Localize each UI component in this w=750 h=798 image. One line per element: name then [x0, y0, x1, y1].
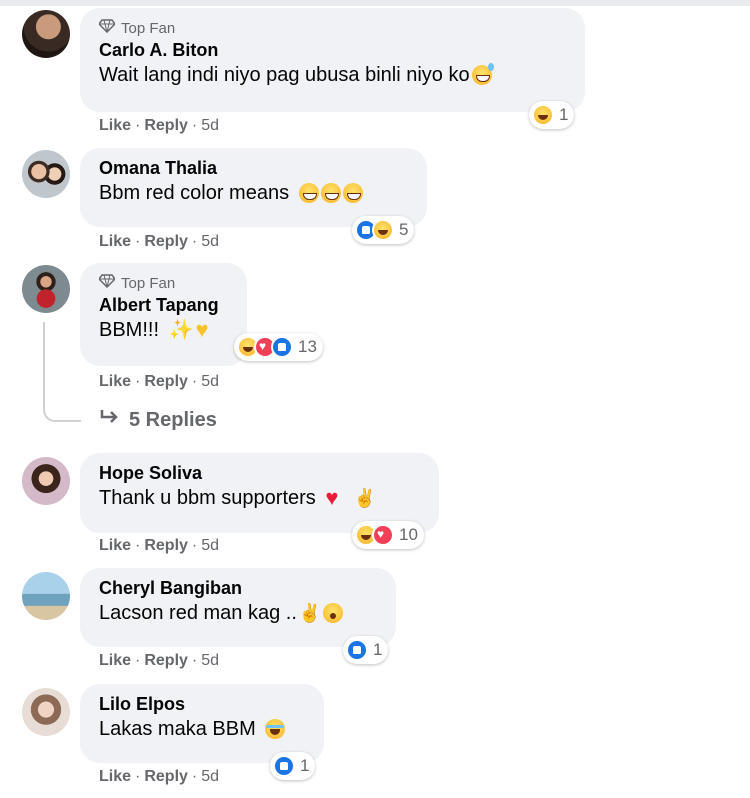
comment-text: Thank u bbm supporters ♥ ✌ [99, 484, 420, 512]
comment-text-content: Lakas maka BBM [99, 718, 256, 740]
reaction-count: 10 [399, 525, 418, 544]
reply-link[interactable]: Reply [144, 373, 188, 390]
comment-text: Lakas maka BBM [99, 715, 305, 743]
comment-text: Bbm red color means [99, 179, 408, 207]
comment-actions: Like · Reply · 5d [99, 233, 220, 250]
comment-bubble: Top Fan Carlo A. Biton Wait lang indi ni… [80, 8, 585, 112]
grinning-emoji-icon [320, 183, 341, 203]
timestamp[interactable]: 5d [201, 768, 219, 785]
grinning-emoji-icon [298, 183, 319, 203]
reply-link[interactable]: Reply [144, 117, 188, 134]
reaction-summary[interactable]: 1 [529, 101, 575, 129]
sparkles-emoji-icon: ✨ [168, 319, 194, 341]
like-link[interactable]: Like [99, 768, 131, 785]
hushed-face-emoji-icon [323, 603, 344, 623]
like-reaction-icon [271, 336, 293, 358]
like-link[interactable]: Like [99, 233, 131, 250]
commenter-name[interactable]: Carlo A. Biton [99, 39, 566, 61]
comment-actions: Like · Reply · 5d [99, 768, 220, 785]
top-fan-label: Top Fan [121, 19, 176, 37]
timestamp[interactable]: 5d [201, 117, 219, 134]
comment-text: Lacson red man kag .. ✌ [99, 599, 377, 627]
yellow-heart-emoji-icon: ♥ [195, 317, 209, 342]
comment-actions: Like · Reply · 5d [99, 117, 220, 134]
love-reaction-icon [372, 524, 394, 546]
top-fan-label: Top Fan [121, 274, 176, 292]
reaction-summary[interactable]: 5 [352, 216, 415, 244]
commenter-name[interactable]: Hope Soliva [99, 462, 420, 484]
avatar[interactable] [22, 150, 70, 198]
like-link[interactable]: Like [99, 117, 131, 134]
reaction-count: 1 [373, 640, 383, 659]
reaction-summary[interactable]: 10 [352, 521, 424, 549]
view-replies-link[interactable]: 5 Replies [99, 408, 217, 432]
reaction-summary[interactable]: 1 [343, 636, 389, 664]
reply-arrow-icon [99, 408, 121, 432]
red-heart-emoji-icon: ♥ [325, 485, 339, 510]
commenter-name[interactable]: Lilo Elpos [99, 693, 305, 715]
diamond-icon [98, 19, 116, 37]
grinning-sweat-emoji-icon [471, 63, 494, 85]
timestamp[interactable]: 5d [201, 373, 219, 390]
avatar[interactable] [22, 572, 70, 620]
like-link[interactable]: Like [99, 537, 131, 554]
rolling-laughing-emoji-icon [265, 719, 286, 739]
top-fan-badge: Top Fan [98, 272, 228, 294]
comment-text-content: Lacson red man kag .. [99, 602, 297, 624]
haha-reaction-icon [532, 104, 554, 126]
replies-count-label[interactable]: 5 Replies [129, 409, 217, 432]
comment-bubble: Cheryl Bangiban Lacson red man kag .. ✌ [80, 568, 396, 647]
avatar[interactable] [22, 688, 70, 736]
timestamp[interactable]: 5d [201, 233, 219, 250]
top-divider [0, 0, 750, 6]
commenter-name[interactable]: Cheryl Bangiban [99, 577, 377, 599]
comment-text-content: Bbm red color means [99, 182, 290, 204]
reaction-count: 1 [300, 756, 310, 775]
commenter-name[interactable]: Omana Thalia [99, 157, 408, 179]
comment-text-content: BBM!!! [99, 319, 160, 341]
like-link[interactable]: Like [99, 652, 131, 669]
reaction-summary[interactable]: 13 [234, 333, 323, 361]
reaction-count: 13 [298, 337, 317, 356]
grinning-emoji-icon [342, 183, 363, 203]
comment-text-content: Thank u bbm supporters [99, 487, 316, 509]
comment-text: BBM!!! ✨ ♥ [99, 316, 228, 344]
reply-link[interactable]: Reply [144, 537, 188, 554]
thread-connector [43, 322, 81, 422]
like-reaction-icon [273, 755, 295, 777]
avatar[interactable] [22, 457, 70, 505]
commenter-name[interactable]: Albert Tapang [99, 294, 228, 316]
reaction-count: 5 [399, 220, 409, 239]
like-reaction-icon [346, 639, 368, 661]
timestamp[interactable]: 5d [201, 652, 219, 669]
reply-link[interactable]: Reply [144, 768, 188, 785]
comment-text-content: Wait lang indi niyo pag ubusa binli niyo… [99, 64, 470, 86]
diamond-icon [98, 274, 116, 292]
comment-actions: Like · Reply · 5d [99, 537, 220, 554]
avatar[interactable] [22, 10, 70, 58]
reaction-count: 1 [559, 105, 569, 124]
like-link[interactable]: Like [99, 373, 131, 390]
comment-text: Wait lang indi niyo pag ubusa binli niyo… [99, 61, 566, 89]
timestamp[interactable]: 5d [201, 537, 219, 554]
haha-reaction-icon [372, 219, 394, 241]
reply-link[interactable]: Reply [144, 652, 188, 669]
comment-bubble: Top Fan Albert Tapang BBM!!! ✨ ♥ [80, 263, 247, 366]
reaction-summary[interactable]: 1 [270, 752, 316, 780]
reply-link[interactable]: Reply [144, 233, 188, 250]
top-fan-badge: Top Fan [98, 17, 566, 39]
avatar[interactable] [22, 265, 70, 313]
victory-hand-emoji-icon: ✌ [353, 488, 376, 508]
victory-hand-emoji-icon: ✌ [298, 603, 322, 623]
comment-actions: Like · Reply · 5d [99, 373, 220, 390]
comment-actions: Like · Reply · 5d [99, 652, 220, 669]
